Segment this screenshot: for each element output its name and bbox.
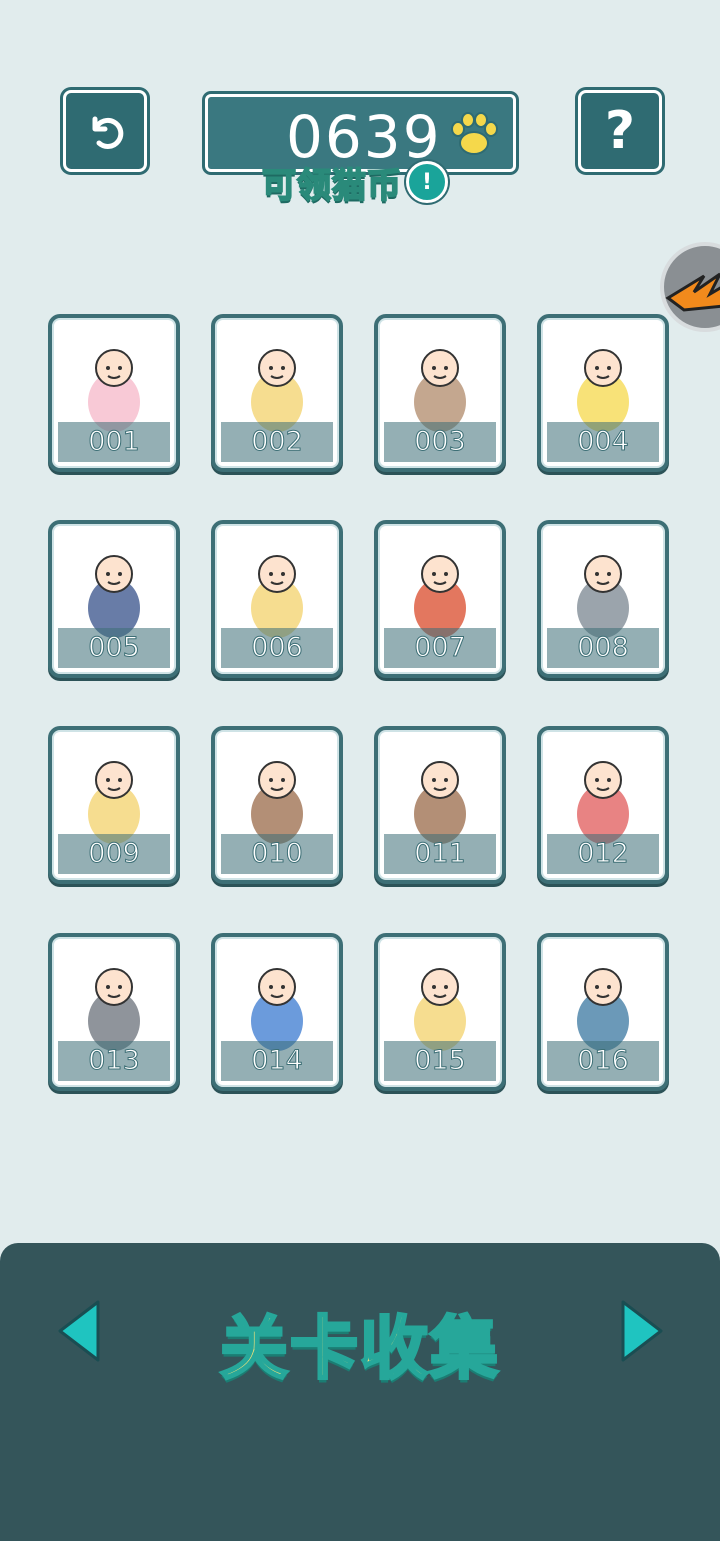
level-number: 016: [577, 1045, 630, 1077]
level-card[interactable]: 007: [374, 520, 506, 678]
level-number: 006: [251, 632, 304, 664]
level-number: 007: [414, 632, 467, 664]
paw-icon: [451, 112, 498, 155]
level-card[interactable]: 016: [537, 933, 669, 1091]
next-page-arrow-icon[interactable]: [617, 1298, 667, 1364]
level-card[interactable]: 013: [48, 933, 180, 1091]
claim-coins-label: 可领猫币: [261, 165, 402, 207]
level-number: 013: [88, 1045, 141, 1077]
level-card[interactable]: 004: [537, 314, 669, 472]
help-button[interactable]: ?: [578, 90, 662, 172]
level-number: 003: [414, 426, 467, 458]
claim-coins-button[interactable]: 可领猫币 !: [261, 158, 448, 207]
level-number: 004: [577, 426, 630, 458]
level-card[interactable]: 008: [537, 520, 669, 678]
level-card[interactable]: 015: [374, 933, 506, 1091]
level-card[interactable]: 012: [537, 726, 669, 884]
level-card[interactable]: 010: [211, 726, 343, 884]
level-number: 014: [251, 1045, 304, 1077]
level-card[interactable]: 002: [211, 314, 343, 472]
level-number: 012: [577, 838, 630, 870]
level-card[interactable]: 003: [374, 314, 506, 472]
level-number: 005: [88, 632, 141, 664]
prev-page-arrow-icon[interactable]: [54, 1298, 104, 1364]
level-number: 015: [414, 1045, 467, 1077]
footer-panel: 关卡收集: [0, 1243, 720, 1541]
level-card[interactable]: 006: [211, 520, 343, 678]
level-card[interactable]: 001: [48, 314, 180, 472]
level-number: 009: [88, 838, 141, 870]
claw-mark-icon: [665, 272, 720, 312]
floating-badge-icon[interactable]: [660, 242, 720, 332]
level-card[interactable]: 005: [48, 520, 180, 678]
level-card[interactable]: 011: [374, 726, 506, 884]
level-number: 010: [251, 838, 304, 870]
question-icon: ?: [604, 101, 636, 161]
undo-icon: [92, 116, 124, 149]
level-number: 011: [414, 838, 467, 870]
level-number: 008: [577, 632, 630, 664]
level-card[interactable]: 014: [211, 933, 343, 1091]
level-number: 002: [251, 426, 304, 458]
level-card[interactable]: 009: [48, 726, 180, 884]
back-button[interactable]: [63, 90, 147, 172]
collection-title: 关卡收集: [218, 1309, 500, 1391]
info-icon: !: [406, 161, 448, 203]
level-number: 001: [88, 426, 141, 458]
